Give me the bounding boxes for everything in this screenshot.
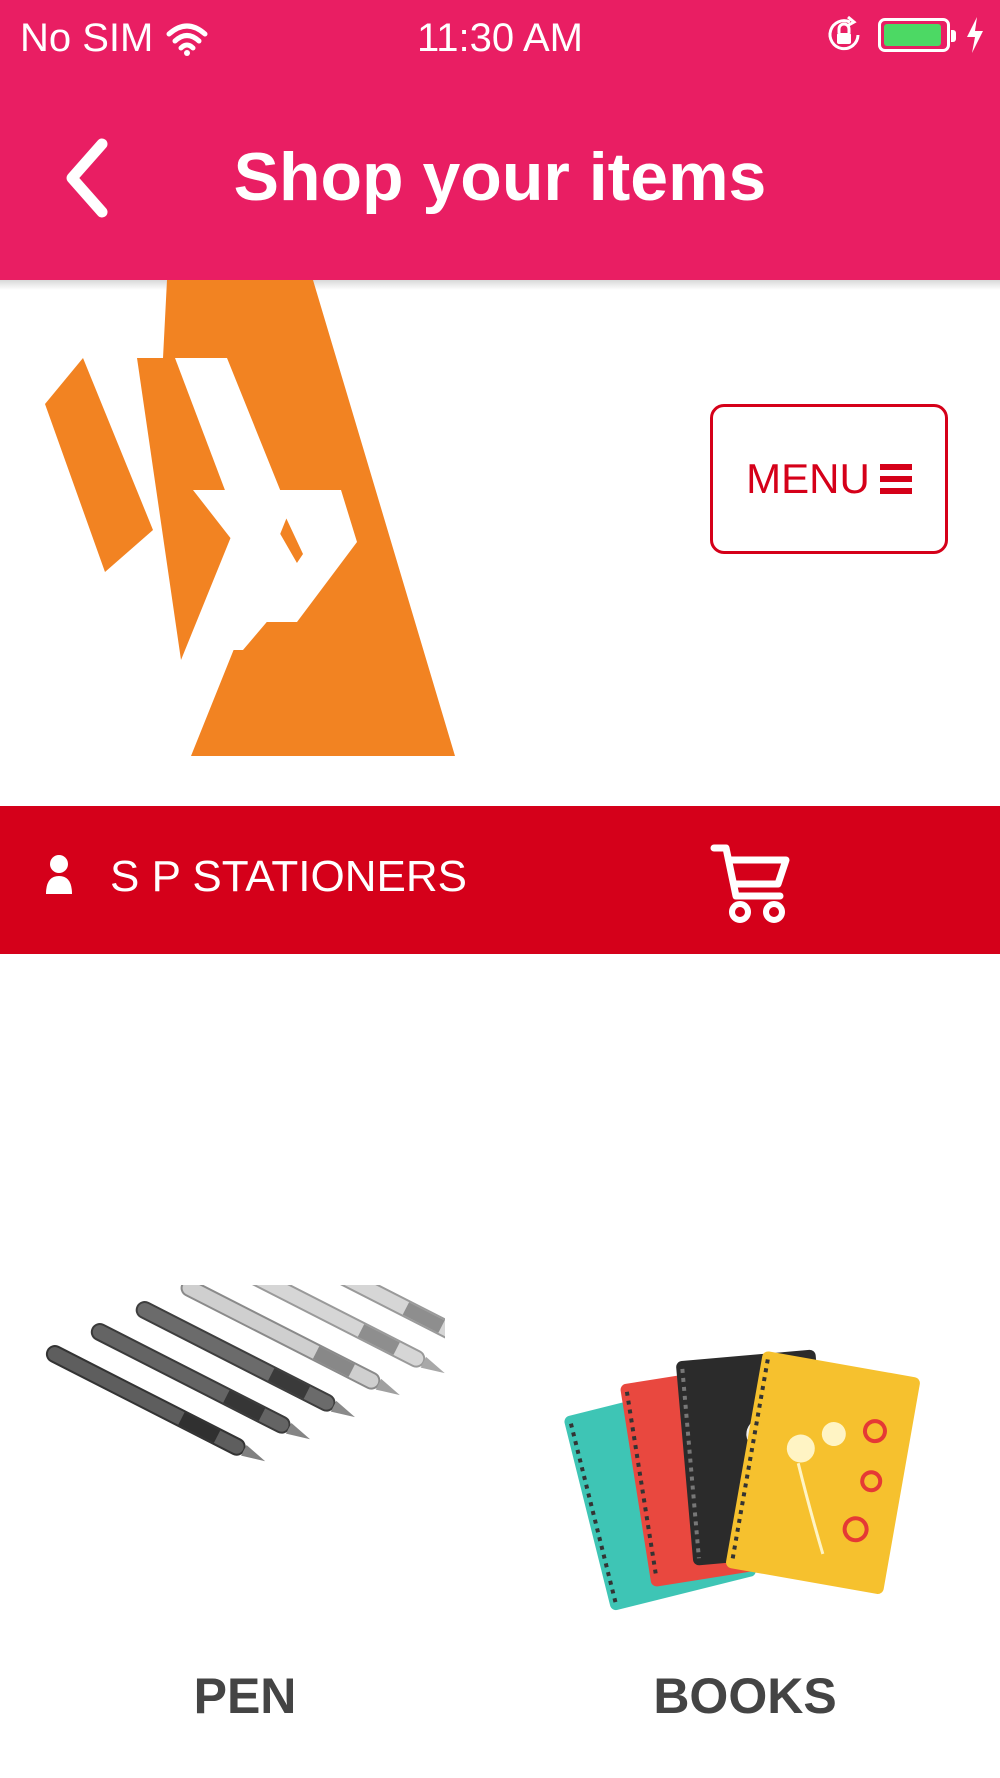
- menu-button[interactable]: MENU: [710, 404, 948, 554]
- navigation-bar: Shop your items: [0, 100, 1000, 260]
- app-screen: No SIM 11:30 AM Shop your items MENU S P…: [0, 0, 1000, 1778]
- store-logo: [45, 280, 455, 756]
- product-books[interactable]: BOOKS: [545, 1285, 955, 1745]
- store-name: S P STATIONERS: [110, 852, 467, 901]
- store-bar: S P STATIONERS: [0, 806, 1000, 954]
- charging-bolt-icon: [967, 17, 983, 53]
- cart-icon[interactable]: [710, 842, 790, 926]
- battery-icon: [878, 18, 956, 52]
- product-pen[interactable]: PEN: [45, 1285, 455, 1745]
- status-bar: No SIM 11:30 AM: [0, 0, 1000, 80]
- top-bar: No SIM 11:30 AM Shop your items: [0, 0, 1000, 280]
- menu-label: MENU: [746, 455, 870, 502]
- battery-level: [884, 24, 941, 46]
- status-icons: [824, 14, 986, 56]
- orientation-lock-icon: [828, 15, 860, 51]
- hamburger-icon: [879, 464, 912, 494]
- product-label-pen: PEN: [193, 1668, 297, 1724]
- page-title: Shop your items: [233, 139, 767, 215]
- pen-image: [45, 1285, 445, 1655]
- notebooks-image: [545, 1285, 945, 1655]
- user-icon: [46, 855, 72, 894]
- product-label-books: BOOKS: [653, 1668, 837, 1724]
